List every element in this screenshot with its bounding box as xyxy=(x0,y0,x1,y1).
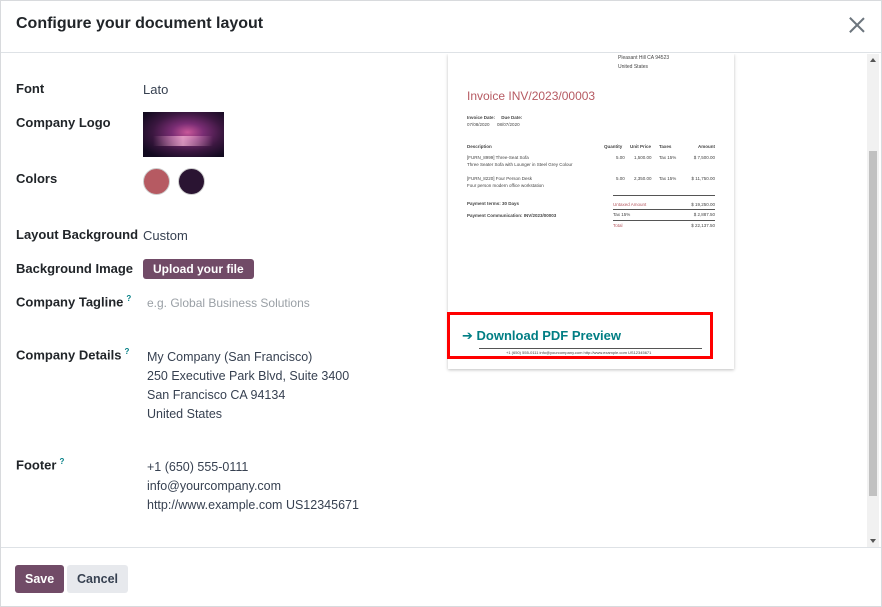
company-logo-image[interactable] xyxy=(143,112,224,157)
upload-file-button[interactable]: Upload your file xyxy=(143,259,254,279)
scroll-up-icon[interactable] xyxy=(870,58,876,62)
preview-invoice-title: Invoice INV/2023/00003 xyxy=(467,89,596,103)
due-date: 08/07/2020 xyxy=(497,122,520,127)
font-value[interactable]: Lato xyxy=(143,82,168,97)
secondary-color-swatch[interactable] xyxy=(178,168,205,195)
row-description: [FURN_8999] Three-Seat Sofa xyxy=(467,155,529,160)
footer-label-text: Footer xyxy=(16,457,57,473)
download-pdf-preview-link[interactable]: ➔ Download PDF Preview xyxy=(462,328,621,344)
cancel-button[interactable]: Cancel xyxy=(67,565,128,593)
total-value: $ 22,137.50 xyxy=(691,223,715,228)
header-unit-price: Unit Price xyxy=(630,144,652,149)
company-tagline-input[interactable]: e.g. Global Business Solutions xyxy=(147,296,310,310)
company-details-label: Company Details? xyxy=(16,347,129,362)
dialog-footer: Save Cancel xyxy=(1,547,881,607)
vertical-scrollbar[interactable] xyxy=(867,54,879,547)
help-icon[interactable]: ? xyxy=(59,457,64,466)
header-taxes: Taxes xyxy=(659,144,672,149)
company-details-line: 250 Executive Park Blvd, Suite 3400 xyxy=(147,369,350,383)
layout-background-label: Layout Background xyxy=(16,227,139,242)
company-logo-label: Company Logo xyxy=(16,115,111,130)
row-tax: Tax 15% xyxy=(659,155,677,160)
total-row: Total $ 22,137.50 xyxy=(613,222,715,229)
company-details-field[interactable]: My Company (San Francisco) 250 Executive… xyxy=(147,348,349,424)
divider xyxy=(613,220,715,221)
row-price: 1,500.00 xyxy=(634,155,652,160)
dialog-header: Configure your document layout xyxy=(1,1,881,53)
company-tagline-label-text: Company Tagline xyxy=(16,294,124,310)
footer-line: +1 (650) 555-0111 xyxy=(147,460,249,474)
footer-line: info@yourcompany.com xyxy=(147,479,282,493)
footer-label: Footer? xyxy=(16,457,64,472)
row-price: 2,350.00 xyxy=(634,176,652,181)
save-button[interactable]: Save xyxy=(15,565,65,593)
dialog-body: Font Lato Company Logo Colors Layout Bac… xyxy=(1,54,867,547)
arrow-right-icon: ➔ xyxy=(462,328,473,343)
header-amount: Amount xyxy=(698,144,715,149)
preview-address: Pleasant Hill CA 94523 United States xyxy=(618,54,669,72)
font-label: Font xyxy=(16,81,45,96)
preview-table-header: Description Quantity Unit Price Taxes Am… xyxy=(467,144,715,149)
preview-row: [FURN_8999] Three-Seat Sofa Three Seater… xyxy=(467,154,715,168)
company-details-line: My Company (San Francisco) xyxy=(147,350,313,364)
primary-color-swatch[interactable] xyxy=(143,168,170,195)
company-details-line: San Francisco CA 94134 xyxy=(147,388,286,402)
row-amount: $ 11,750.00 xyxy=(691,176,715,181)
company-tagline-label: Company Tagline? xyxy=(16,294,131,309)
row-description: [FURN_8220] Four Person Desk xyxy=(467,176,533,181)
footer-field[interactable]: +1 (650) 555-0111 info@yourcompany.com h… xyxy=(147,458,359,515)
help-icon[interactable]: ? xyxy=(126,294,131,303)
download-pdf-preview-label: Download PDF Preview xyxy=(476,328,622,343)
configure-layout-dialog: Configure your document layout Font Lato… xyxy=(0,0,882,607)
layout-background-value[interactable]: Custom xyxy=(143,228,188,243)
background-image-label: Background Image xyxy=(16,261,134,276)
row-qty: 5.00 xyxy=(616,176,625,181)
untaxed-row: Untaxed Amount $ 19,250.00 xyxy=(613,201,715,208)
company-details-label-text: Company Details xyxy=(16,347,122,363)
header-description: Description xyxy=(467,144,492,149)
row-tax: Tax 15% xyxy=(659,176,677,181)
row-amount: $ 7,500.00 xyxy=(693,155,715,160)
total-label: Total xyxy=(613,223,623,228)
preview-address-line: United States xyxy=(618,64,649,70)
help-icon[interactable]: ? xyxy=(124,347,129,356)
close-icon[interactable] xyxy=(847,15,867,35)
divider xyxy=(613,209,715,210)
row-subtext: Three Seater Sofa with Lounger in Steel … xyxy=(467,162,573,167)
row-qty: 5.00 xyxy=(616,155,625,160)
preview-row: [FURN_8220] Four Person Desk Four person… xyxy=(467,175,715,189)
company-details-line: United States xyxy=(147,407,223,421)
colors-label: Colors xyxy=(16,171,58,186)
row-subtext: Four person modern office workstation xyxy=(467,183,544,188)
tax-value: $ 2,887.50 xyxy=(693,212,715,217)
invoice-date-label: Invoice Date: xyxy=(467,115,496,120)
dialog-title: Configure your document layout xyxy=(16,15,264,32)
scrollbar-thumb[interactable] xyxy=(869,151,877,496)
untaxed-label: Untaxed Amount xyxy=(613,202,647,207)
divider xyxy=(613,195,715,196)
untaxed-value: $ 19,250.00 xyxy=(691,202,715,207)
footer-line: http://www.example.com US12345671 xyxy=(147,498,359,512)
scroll-down-icon[interactable] xyxy=(870,539,876,543)
tax-label: Tax 15% xyxy=(613,212,631,217)
invoice-date: 07/08/2020 xyxy=(467,122,490,127)
preview-invoice-meta: Invoice Date: Due Date: 07/08/2020 08/07… xyxy=(467,114,522,128)
header-quantity: Quantity xyxy=(604,144,623,149)
tax-row: Tax 15% $ 2,887.50 xyxy=(613,211,715,218)
preview-address-line: Pleasant Hill CA 94523 xyxy=(618,55,670,61)
due-date-label: Due Date: xyxy=(501,115,523,120)
